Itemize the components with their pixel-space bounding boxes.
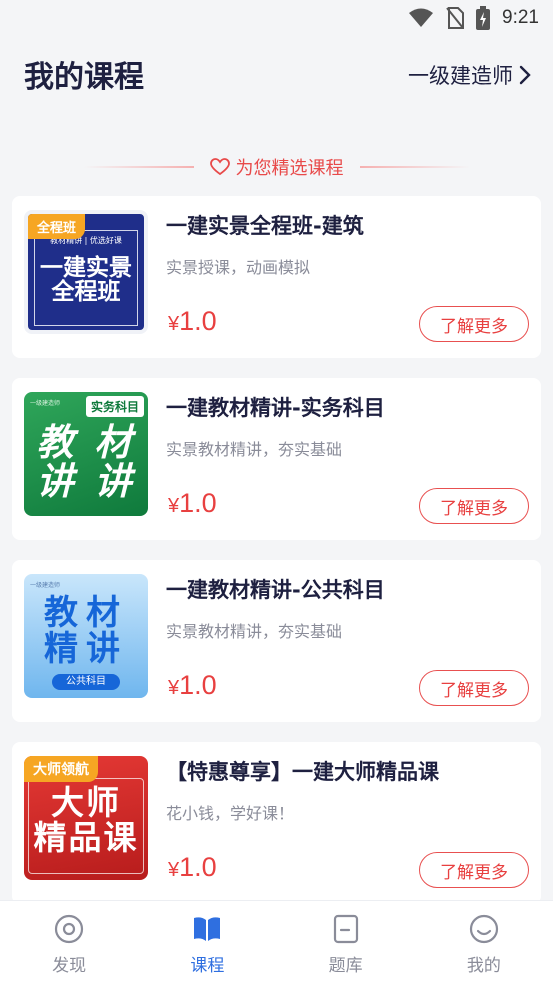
wifi-icon	[409, 8, 434, 27]
section-divider: 为您精选课程	[0, 150, 553, 184]
course-title: 一建教材精讲-实务科目	[166, 396, 385, 420]
smiley-icon	[469, 914, 498, 944]
battery-icon	[476, 6, 491, 30]
category-selector[interactable]: 一级建造师	[408, 60, 531, 90]
course-card[interactable]: 一级建造师 教材 精讲 公共科目 一建教材精讲-公共科目 实景教材精讲，夯实基础…	[12, 560, 541, 722]
tab-label: 我的	[466, 956, 501, 976]
course-title: 一建实景全程班-建筑	[166, 214, 364, 238]
status-bar: 9:21	[0, 0, 553, 36]
divider-line-left	[83, 166, 194, 168]
divider-line-right	[359, 166, 470, 168]
course-subtitle: 实景授课，动画模拟	[166, 258, 311, 277]
thumbnail-badge: 大师领航	[24, 756, 98, 782]
course-thumbnail: 一级建造师 教材 精讲 公共科目	[24, 574, 148, 698]
tab-label: 题库	[328, 956, 363, 976]
tab-mine[interactable]: 我的	[415, 901, 553, 983]
header: 我的课程 一级建造师	[0, 36, 553, 112]
thumbnail-title: 教材 精讲	[44, 593, 128, 669]
course-title: 【特惠尊享】一建大师精品课	[166, 760, 439, 784]
bottom-tab-bar: 发现 课程 题库 我的	[0, 900, 553, 983]
course-price: ¥1.0	[168, 852, 217, 882]
eye-icon	[55, 914, 84, 944]
learn-more-button[interactable]: 了解更多	[419, 670, 529, 706]
course-subtitle: 实景教材精讲，夯实基础	[166, 622, 343, 641]
heart-icon	[209, 158, 230, 176]
thumbnail-badge: 实务科目	[85, 396, 144, 417]
question-bank-icon	[333, 914, 358, 944]
chevron-right-icon	[519, 65, 531, 85]
tab-question-bank[interactable]: 题库	[277, 901, 415, 983]
course-card[interactable]: 教材精讲 | 优选好课 一建实景 全程班 全程班 一建实景全程班-建筑 实景授课…	[12, 196, 541, 358]
tab-discover[interactable]: 发现	[0, 901, 138, 983]
tab-courses[interactable]: 课程	[138, 901, 276, 983]
course-card[interactable]: 大师 精品课 大师领航 【特惠尊享】一建大师精品课 花小钱，学好课！ ¥1.0 …	[12, 742, 541, 904]
section-title: 为您精选课程	[235, 158, 344, 179]
course-subtitle: 花小钱，学好课！	[166, 804, 295, 823]
learn-more-button[interactable]: 了解更多	[419, 488, 529, 524]
course-thumbnail: 大师 精品课 大师领航	[24, 756, 148, 880]
thumbnail-title: 一建实景 全程班	[40, 255, 132, 306]
no-sim-icon	[446, 7, 465, 29]
page-title: 我的课程	[24, 60, 144, 95]
course-thumbnail: 一级建造师 教 材 讲 讲 实务科目	[24, 392, 148, 516]
thumbnail-top-text: 一级建造师	[30, 400, 61, 407]
course-thumbnail: 教材精讲 | 优选好课 一建实景 全程班 全程班	[24, 210, 148, 334]
tab-label: 发现	[52, 956, 87, 976]
course-subtitle: 实景教材精讲，夯实基础	[166, 440, 343, 459]
tab-label: 课程	[190, 956, 225, 976]
course-card[interactable]: 一级建造师 教 材 讲 讲 实务科目 一建教材精讲-实务科目 实景教材精讲，夯实…	[12, 378, 541, 540]
thumbnail-top-text: 一级建造师	[30, 582, 61, 589]
status-time: 9:21	[502, 7, 539, 28]
learn-more-button[interactable]: 了解更多	[419, 306, 529, 342]
thumbnail-title: 教 材 讲 讲	[36, 421, 136, 503]
thumbnail-footer: 公共科目	[52, 674, 120, 690]
course-title: 一建教材精讲-公共科目	[166, 578, 385, 602]
course-price: ¥1.0	[168, 488, 217, 518]
course-price: ¥1.0	[168, 306, 217, 336]
learn-more-button[interactable]: 了解更多	[419, 852, 529, 888]
category-label: 一级建造师	[408, 64, 513, 88]
book-icon	[194, 917, 221, 941]
course-price: ¥1.0	[168, 670, 217, 700]
thumbnail-badge: 全程班	[28, 214, 86, 239]
course-list: 教材精讲 | 优选好课 一建实景 全程班 全程班 一建实景全程班-建筑 实景授课…	[12, 196, 541, 924]
thumbnail-title: 大师 精品课	[33, 783, 139, 857]
